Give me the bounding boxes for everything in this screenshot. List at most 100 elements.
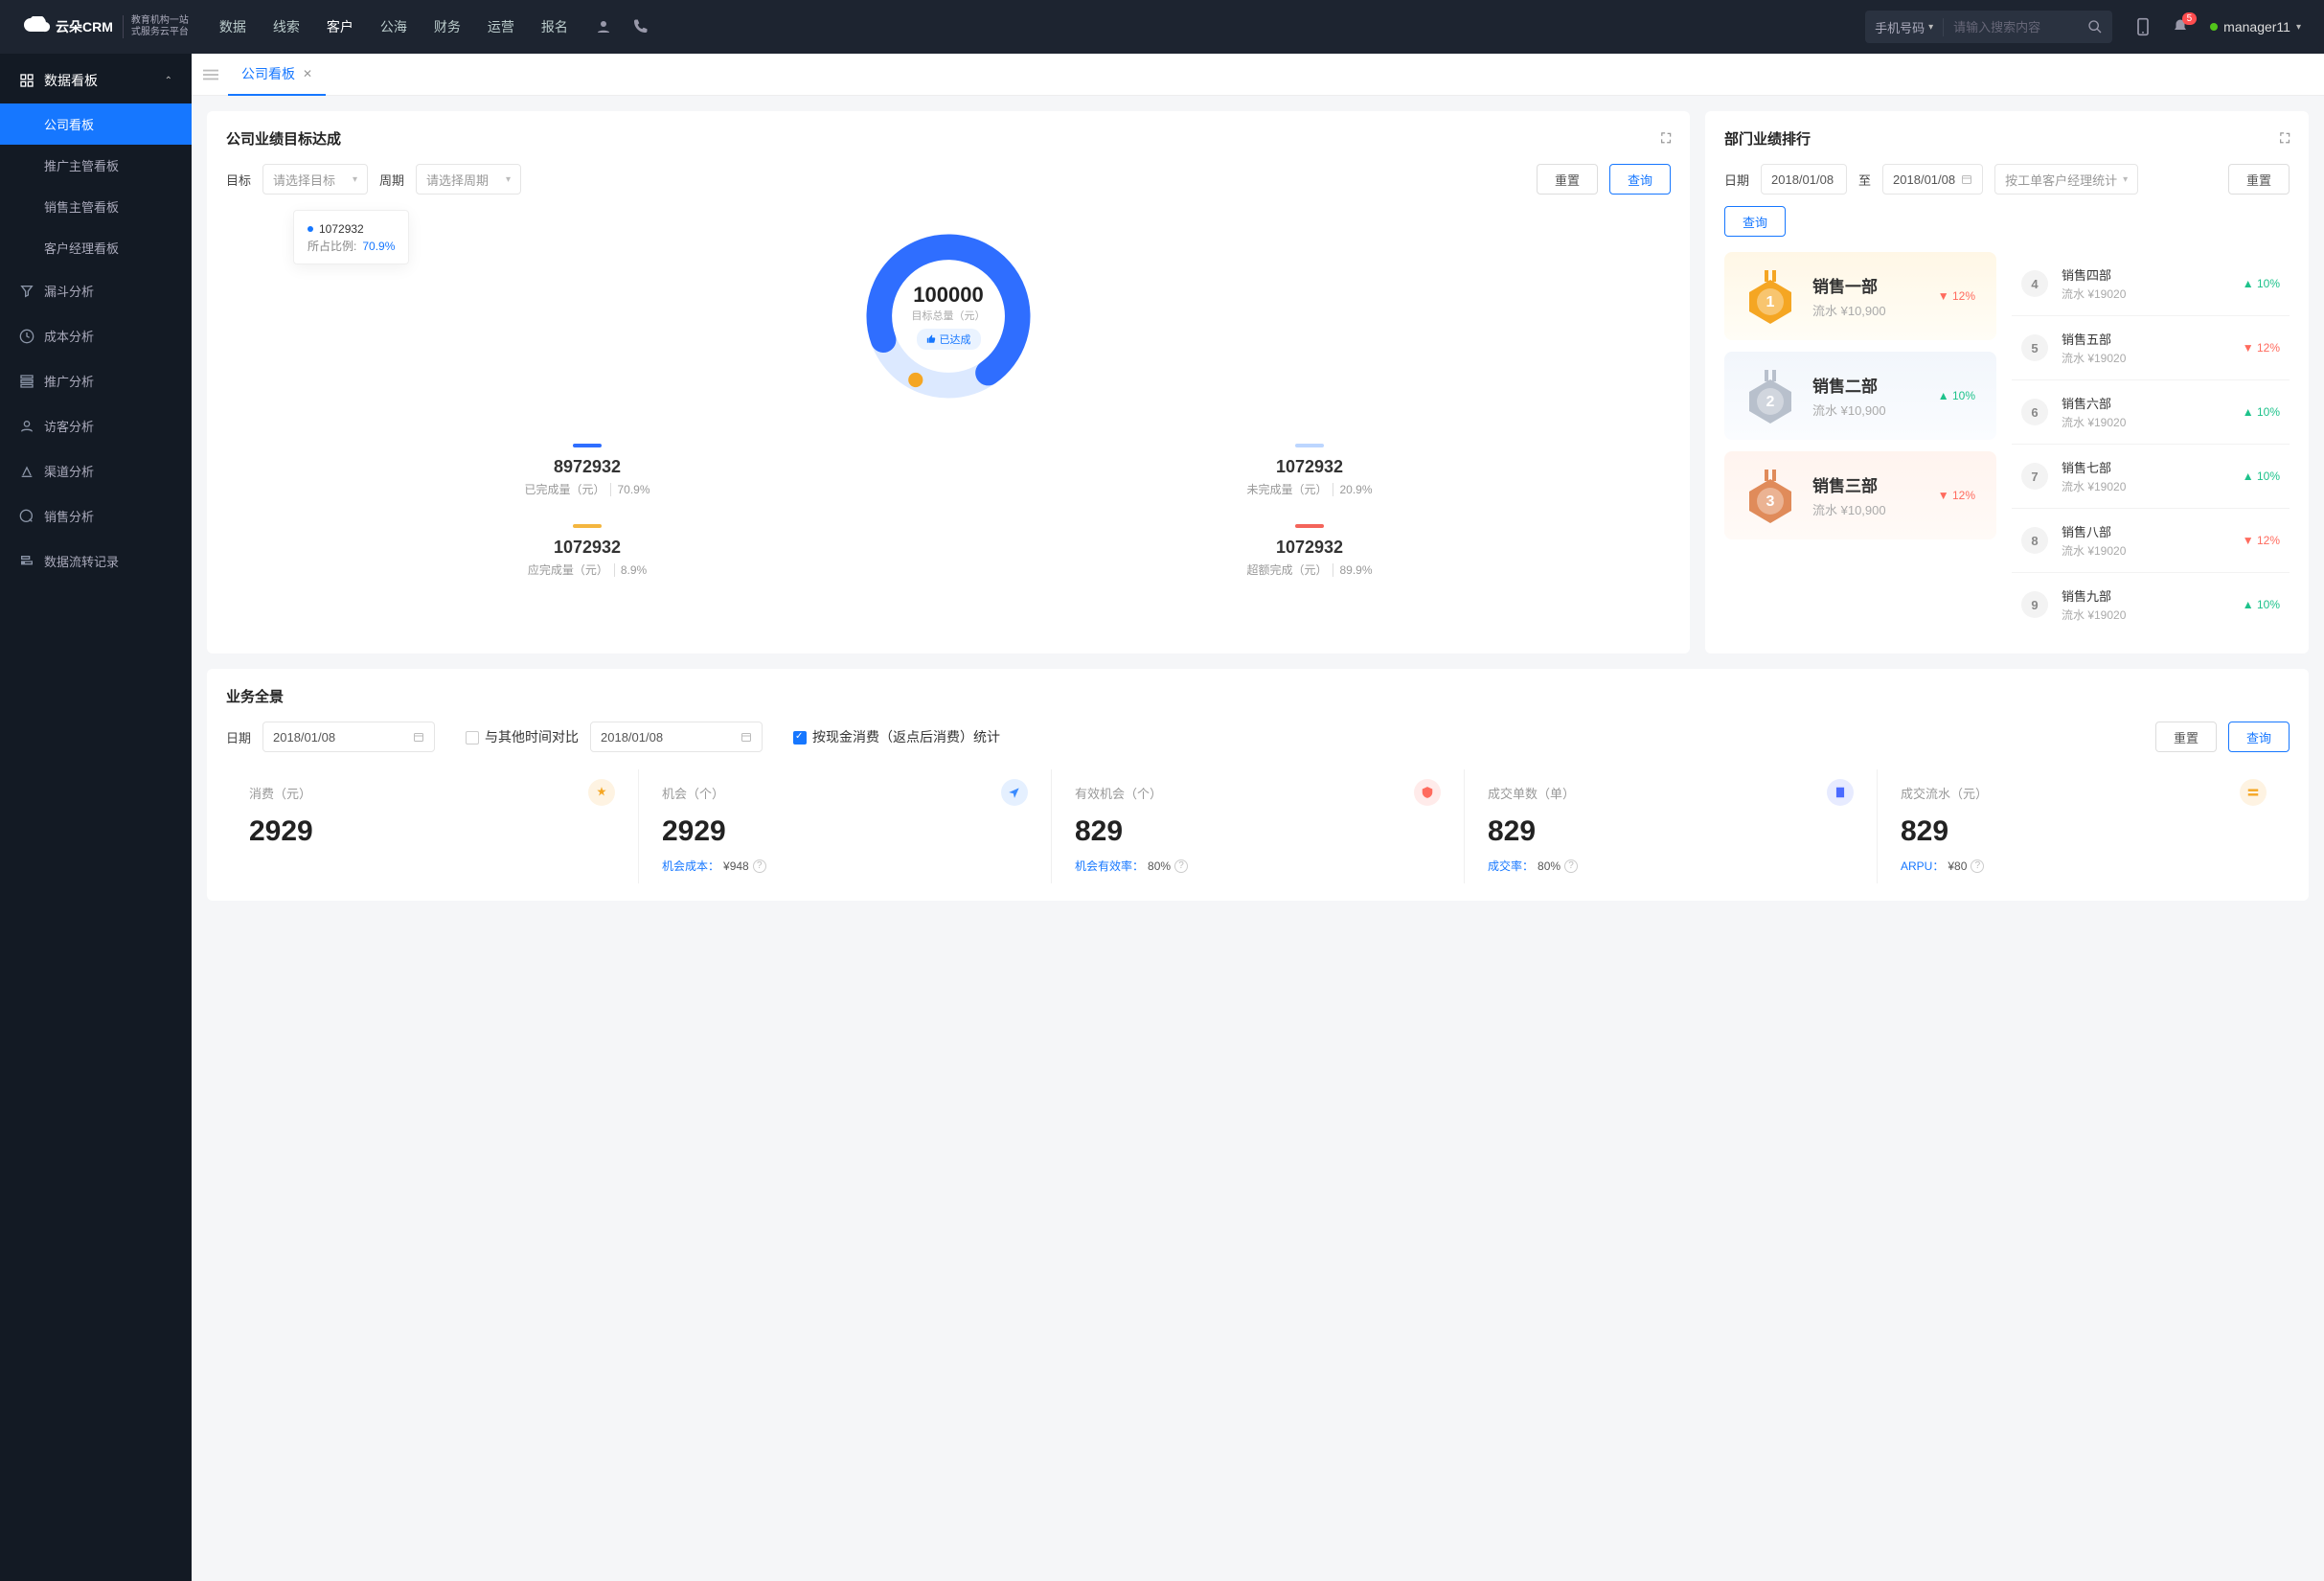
nav-icon (19, 509, 34, 524)
metric-icon (1827, 779, 1854, 806)
delta-badge: ▼ 12% (2243, 534, 2280, 547)
metric-icon (1414, 779, 1441, 806)
query-button[interactable]: 查询 (1724, 206, 1786, 237)
rank-row: 8销售八部流水 ¥19020▼ 12% (2012, 509, 2290, 573)
overview-date-input[interactable]: 2018/01/08 (262, 722, 435, 752)
sidebar-item[interactable]: 成本分析 (0, 313, 192, 358)
overview-card: 机会（个）2929机会成本：¥948? (639, 769, 1052, 883)
user-menu[interactable]: manager11 ▾ (2210, 19, 2301, 34)
overview-card: 有效机会（个）829机会有效率：80%? (1052, 769, 1465, 883)
sidebar-item[interactable]: 推广主管看板 (0, 145, 192, 186)
reset-button[interactable]: 重置 (2155, 722, 2217, 752)
topnav-menu: 数据 线索 客户 公海 财务 运营 报名 (219, 17, 568, 36)
rank-row: 7销售七部流水 ¥19020▲ 10% (2012, 445, 2290, 509)
delta-badge: ▼ 12% (1938, 489, 1975, 502)
sidebar-item[interactable]: 推广分析 (0, 358, 192, 403)
sidebar: 数据看板 ⌃ 公司看板推广主管看板销售主管看板客户经理看板 漏斗分析成本分析推广… (0, 54, 192, 1581)
topnav-item[interactable]: 数据 (219, 17, 246, 36)
sidebar-item[interactable]: 销售分析 (0, 493, 192, 538)
search-box: 手机号码▾ (1865, 11, 2112, 43)
label-period: 周期 (379, 171, 404, 189)
stat-cell: 8972932已完成量（元）70.9% (226, 430, 948, 511)
search-type-select[interactable]: 手机号码▾ (1865, 18, 1944, 36)
target-select[interactable]: 请选择目标▾ (262, 164, 368, 195)
overview-card: 成交流水（元）829ARPU：¥80? (1878, 769, 2290, 883)
label-date: 日期 (1724, 171, 1749, 189)
sidebar-item[interactable]: 渠道分析 (0, 448, 192, 493)
rank-row: 9销售九部流水 ¥19020▲ 10% (2012, 573, 2290, 636)
rank-row: 6销售六部流水 ¥19020▲ 10% (2012, 380, 2290, 445)
sidebar-item[interactable]: 访客分析 (0, 403, 192, 448)
label-date: 日期 (226, 728, 251, 746)
date-from-input[interactable]: 2018/01/08 (1761, 164, 1847, 195)
sidebar-group-header[interactable]: 数据看板 ⌃ (0, 57, 192, 103)
stat-mode-select[interactable]: 按工单客户经理统计▾ (1994, 164, 2138, 195)
notification-icon[interactable]: 5 (2172, 18, 2189, 35)
stat-cell: 1072932应完成量（元）8.9% (226, 511, 948, 591)
tab-company-board[interactable]: 公司看板 ✕ (228, 54, 326, 96)
query-button[interactable]: 查询 (2228, 722, 2290, 752)
nav-icon (19, 284, 34, 299)
cash-checkbox[interactable] (793, 731, 807, 745)
donut-status-badge: 已达成 (917, 329, 981, 350)
collapse-icon[interactable] (203, 68, 218, 81)
sidebar-item[interactable]: 销售主管看板 (0, 186, 192, 227)
sidebar-item[interactable]: 数据流转记录 (0, 538, 192, 584)
expand-icon[interactable]: ⛶ (2280, 130, 2290, 147)
online-dot-icon (2210, 23, 2218, 31)
stat-cell: 1072932超额完成（元）89.9% (948, 511, 1671, 591)
sidebar-item[interactable]: 客户经理看板 (0, 227, 192, 268)
notification-badge: 5 (2182, 12, 2198, 25)
reset-button[interactable]: 重置 (1537, 164, 1598, 195)
tabs-bar: 公司看板 ✕ (192, 54, 2324, 96)
overview-compare-date-input[interactable]: 2018/01/08 (590, 722, 763, 752)
help-icon[interactable]: ? (1564, 859, 1578, 873)
search-input[interactable] (1944, 20, 2078, 34)
nav-icon (19, 329, 34, 344)
sidebar-item[interactable]: 公司看板 (0, 103, 192, 145)
rank-row: 5销售五部流水 ¥19020▼ 12% (2012, 316, 2290, 380)
delta-badge: ▲ 10% (2243, 277, 2280, 290)
label-target: 目标 (226, 171, 251, 189)
delta-badge: ▲ 10% (2243, 405, 2280, 419)
medal-icon: 2 (1745, 371, 1795, 421)
rank-card: 2销售二部流水 ¥10,900▲ 10% (1724, 352, 1996, 440)
close-icon[interactable]: ✕ (303, 67, 312, 80)
period-select[interactable]: 请选择周期▾ (416, 164, 521, 195)
topnav-item[interactable]: 线索 (273, 17, 300, 36)
date-to-input[interactable]: 2018/01/08 (1882, 164, 1983, 195)
delta-badge: ▼ 12% (2243, 341, 2280, 355)
nav-icon (19, 554, 34, 569)
rank-card: 3销售三部流水 ¥10,900▼ 12% (1724, 451, 1996, 539)
delta-badge: ▲ 10% (2243, 470, 2280, 483)
compare-checkbox[interactable] (466, 731, 479, 745)
sidebar-item[interactable]: 漏斗分析 (0, 268, 192, 313)
phone-icon[interactable] (631, 18, 649, 35)
help-icon[interactable]: ? (1971, 859, 1984, 873)
topnav-item[interactable]: 客户 (327, 17, 353, 36)
rank-panel-title: 部门业绩排行 (1724, 128, 1811, 149)
metric-icon (588, 779, 615, 806)
search-icon[interactable] (2078, 19, 2112, 34)
metric-icon (1001, 779, 1028, 806)
query-button[interactable]: 查询 (1609, 164, 1671, 195)
help-icon[interactable]: ? (1174, 859, 1188, 873)
donut-center-value: 100000 (913, 283, 983, 308)
reset-button[interactable]: 重置 (2228, 164, 2290, 195)
metric-icon (2240, 779, 2267, 806)
goal-panel-title: 公司业绩目标达成 (226, 128, 341, 149)
expand-icon[interactable]: ⛶ (1661, 130, 1671, 147)
overview-panel: 业务全景 日期 2018/01/08 与其他时间对比 2018/01/08 按现… (207, 669, 2309, 901)
cash-label: 按现金消费（返点后消费）统计 (812, 729, 1000, 745)
mobile-icon[interactable] (2135, 17, 2151, 36)
person-icon[interactable] (595, 18, 612, 35)
donut-center-label: 目标总量（元） (912, 308, 986, 323)
chevron-up-icon: ⌃ (165, 76, 172, 86)
topnav-item[interactable]: 运营 (488, 17, 514, 36)
topnav-item[interactable]: 财务 (434, 17, 461, 36)
nav-icon (19, 419, 34, 434)
topnav-item[interactable]: 公海 (380, 17, 407, 36)
help-icon[interactable]: ? (753, 859, 766, 873)
delta-badge: ▲ 10% (1938, 389, 1975, 402)
topnav-item[interactable]: 报名 (541, 17, 568, 36)
